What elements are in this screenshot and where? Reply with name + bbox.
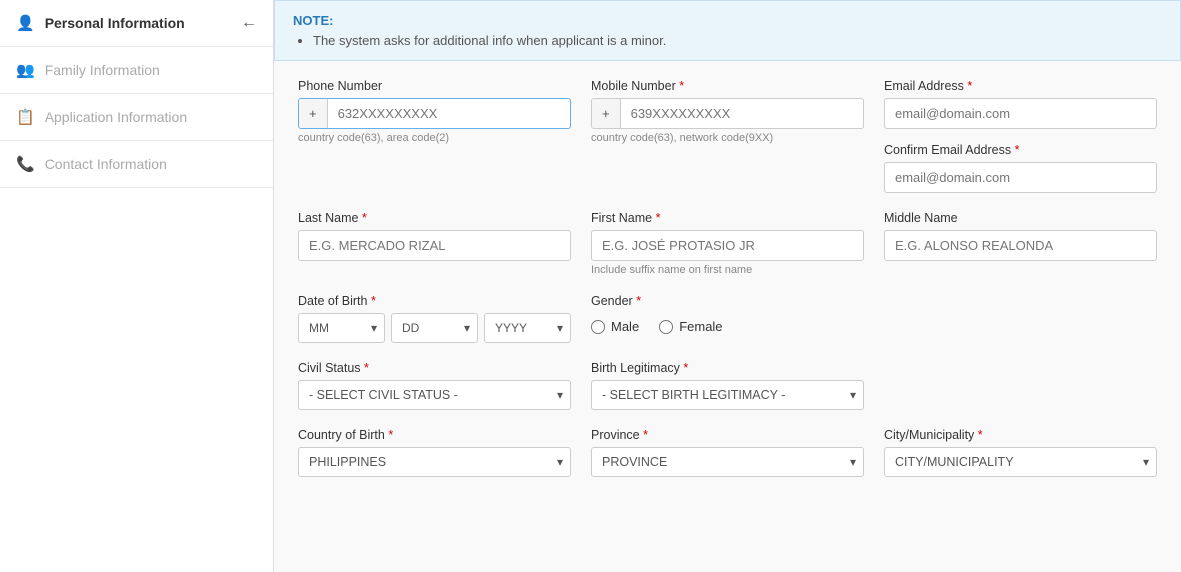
application-icon: 📋 xyxy=(16,108,35,126)
last-name-group: Last Name * xyxy=(298,211,571,276)
gender-label: Gender * xyxy=(591,294,864,308)
city-select[interactable]: CITY/MUNICIPALITY xyxy=(884,447,1157,477)
gender-group: Gender * Male Female xyxy=(591,294,864,343)
dob-gender-row: Date of Birth * MM DD xyxy=(298,294,1157,343)
civil-status-wrapper: - SELECT CIVIL STATUS - xyxy=(298,380,571,410)
gender-female-label: Female xyxy=(679,319,722,334)
gender-radio-group: Male Female xyxy=(591,319,864,339)
civil-status-select[interactable]: - SELECT CIVIL STATUS - xyxy=(298,380,571,410)
person-icon: 👤 xyxy=(16,14,35,32)
back-arrow-icon[interactable]: ← xyxy=(241,14,257,32)
main-content: NOTE: The system asks for additional inf… xyxy=(274,0,1181,572)
dob-mm-select[interactable]: MM xyxy=(298,313,385,343)
gender-female-option[interactable]: Female xyxy=(659,319,722,334)
province-group: Province * PROVINCE xyxy=(591,428,864,477)
email-label: Email Address * xyxy=(884,79,1157,93)
gender-male-radio[interactable] xyxy=(591,320,605,334)
email-group: Email Address * xyxy=(884,79,1157,129)
province-label: Province * xyxy=(591,428,864,442)
middle-name-label: Middle Name xyxy=(884,211,1157,225)
phone-input-wrapper: + xyxy=(298,98,571,129)
country-group: Country of Birth * PHILIPPINES xyxy=(298,428,571,477)
first-name-label: First Name * xyxy=(591,211,864,225)
gender-placeholder xyxy=(884,294,1157,343)
note-title: NOTE: xyxy=(293,13,1162,28)
city-group: City/Municipality * CITY/MUNICIPALITY xyxy=(884,428,1157,477)
sidebar-item-application: 📋 Application Information xyxy=(0,94,273,141)
mobile-hint: country code(63), network code(9XX) xyxy=(591,132,864,144)
civil-legitimacy-row: Civil Status * - SELECT CIVIL STATUS - B… xyxy=(298,361,1157,410)
middle-name-input[interactable] xyxy=(884,230,1157,261)
mobile-input[interactable] xyxy=(621,99,863,128)
city-label: City/Municipality * xyxy=(884,428,1157,442)
last-name-input[interactable] xyxy=(298,230,571,261)
gender-male-option[interactable]: Male xyxy=(591,319,639,334)
note-bullet: The system asks for additional info when… xyxy=(313,33,1162,48)
province-wrapper: PROVINCE xyxy=(591,447,864,477)
dob-yyyy-wrapper: YYYY xyxy=(484,313,571,343)
gender-male-label: Male xyxy=(611,319,639,334)
dob-group: Date of Birth * MM DD xyxy=(298,294,571,343)
phone-input[interactable] xyxy=(328,99,570,128)
note-box: NOTE: The system asks for additional inf… xyxy=(274,0,1181,61)
mobile-label: Mobile Number * xyxy=(591,79,864,93)
phone-prefix: + xyxy=(299,99,328,128)
dob-dd-wrapper: DD xyxy=(391,313,478,343)
country-label: Country of Birth * xyxy=(298,428,571,442)
confirm-email-input[interactable] xyxy=(884,162,1157,193)
contact-icon: 📞 xyxy=(16,155,35,173)
birth-legitimacy-label: Birth Legitimacy * xyxy=(591,361,864,375)
sidebar-item-family: 👥 Family Information xyxy=(0,47,273,94)
middle-name-group: Middle Name xyxy=(884,211,1157,276)
contact-fields-row: Phone Number + country code(63), area co… xyxy=(298,79,1157,193)
date-row: MM DD YYYY xyxy=(298,313,571,343)
mobile-input-wrapper: + xyxy=(591,98,864,129)
gender-female-radio[interactable] xyxy=(659,320,673,334)
country-select[interactable]: PHILIPPINES xyxy=(298,447,571,477)
confirm-email-group: Confirm Email Address * xyxy=(884,143,1157,193)
name-fields-row: Last Name * First Name * Include suffix … xyxy=(298,211,1157,276)
dob-yyyy-select[interactable]: YYYY xyxy=(484,313,571,343)
province-select[interactable]: PROVINCE xyxy=(591,447,864,477)
phone-label: Phone Number xyxy=(298,79,571,93)
mobile-group: Mobile Number * + country code(63), netw… xyxy=(591,79,864,193)
sidebar: 👤 Personal Information ← 👥 Family Inform… xyxy=(0,0,274,572)
email-section: Email Address * Confirm Email Address * xyxy=(884,79,1157,193)
dob-label: Date of Birth * xyxy=(298,294,571,308)
location-row: Country of Birth * PHILIPPINES Province … xyxy=(298,428,1157,477)
dob-dd-select[interactable]: DD xyxy=(391,313,478,343)
sidebar-label-family: Family Information xyxy=(45,62,160,78)
email-input[interactable] xyxy=(884,98,1157,129)
birth-legitimacy-wrapper: - SELECT BIRTH LEGITIMACY - xyxy=(591,380,864,410)
phone-hint: country code(63), area code(2) xyxy=(298,132,571,144)
legitimacy-placeholder xyxy=(884,361,1157,410)
first-name-input[interactable] xyxy=(591,230,864,261)
phone-group: Phone Number + country code(63), area co… xyxy=(298,79,571,193)
sidebar-label-application: Application Information xyxy=(45,109,187,125)
birth-legitimacy-select[interactable]: - SELECT BIRTH LEGITIMACY - xyxy=(591,380,864,410)
confirm-email-label: Confirm Email Address * xyxy=(884,143,1157,157)
first-name-group: First Name * Include suffix name on firs… xyxy=(591,211,864,276)
family-icon: 👥 xyxy=(16,61,35,79)
civil-status-group: Civil Status * - SELECT CIVIL STATUS - xyxy=(298,361,571,410)
sidebar-item-personal[interactable]: 👤 Personal Information ← xyxy=(0,0,273,47)
sidebar-item-contact: 📞 Contact Information xyxy=(0,141,273,188)
first-name-hint: Include suffix name on first name xyxy=(591,264,864,276)
mobile-prefix: + xyxy=(592,99,621,128)
civil-status-label: Civil Status * xyxy=(298,361,571,375)
sidebar-label-personal: Personal Information xyxy=(45,15,185,31)
sidebar-label-contact: Contact Information xyxy=(45,156,167,172)
last-name-label: Last Name * xyxy=(298,211,571,225)
birth-legitimacy-group: Birth Legitimacy * - SELECT BIRTH LEGITI… xyxy=(591,361,864,410)
city-wrapper: CITY/MUNICIPALITY xyxy=(884,447,1157,477)
form-area: Phone Number + country code(63), area co… xyxy=(274,61,1181,513)
dob-mm-wrapper: MM xyxy=(298,313,385,343)
country-wrapper: PHILIPPINES xyxy=(298,447,571,477)
